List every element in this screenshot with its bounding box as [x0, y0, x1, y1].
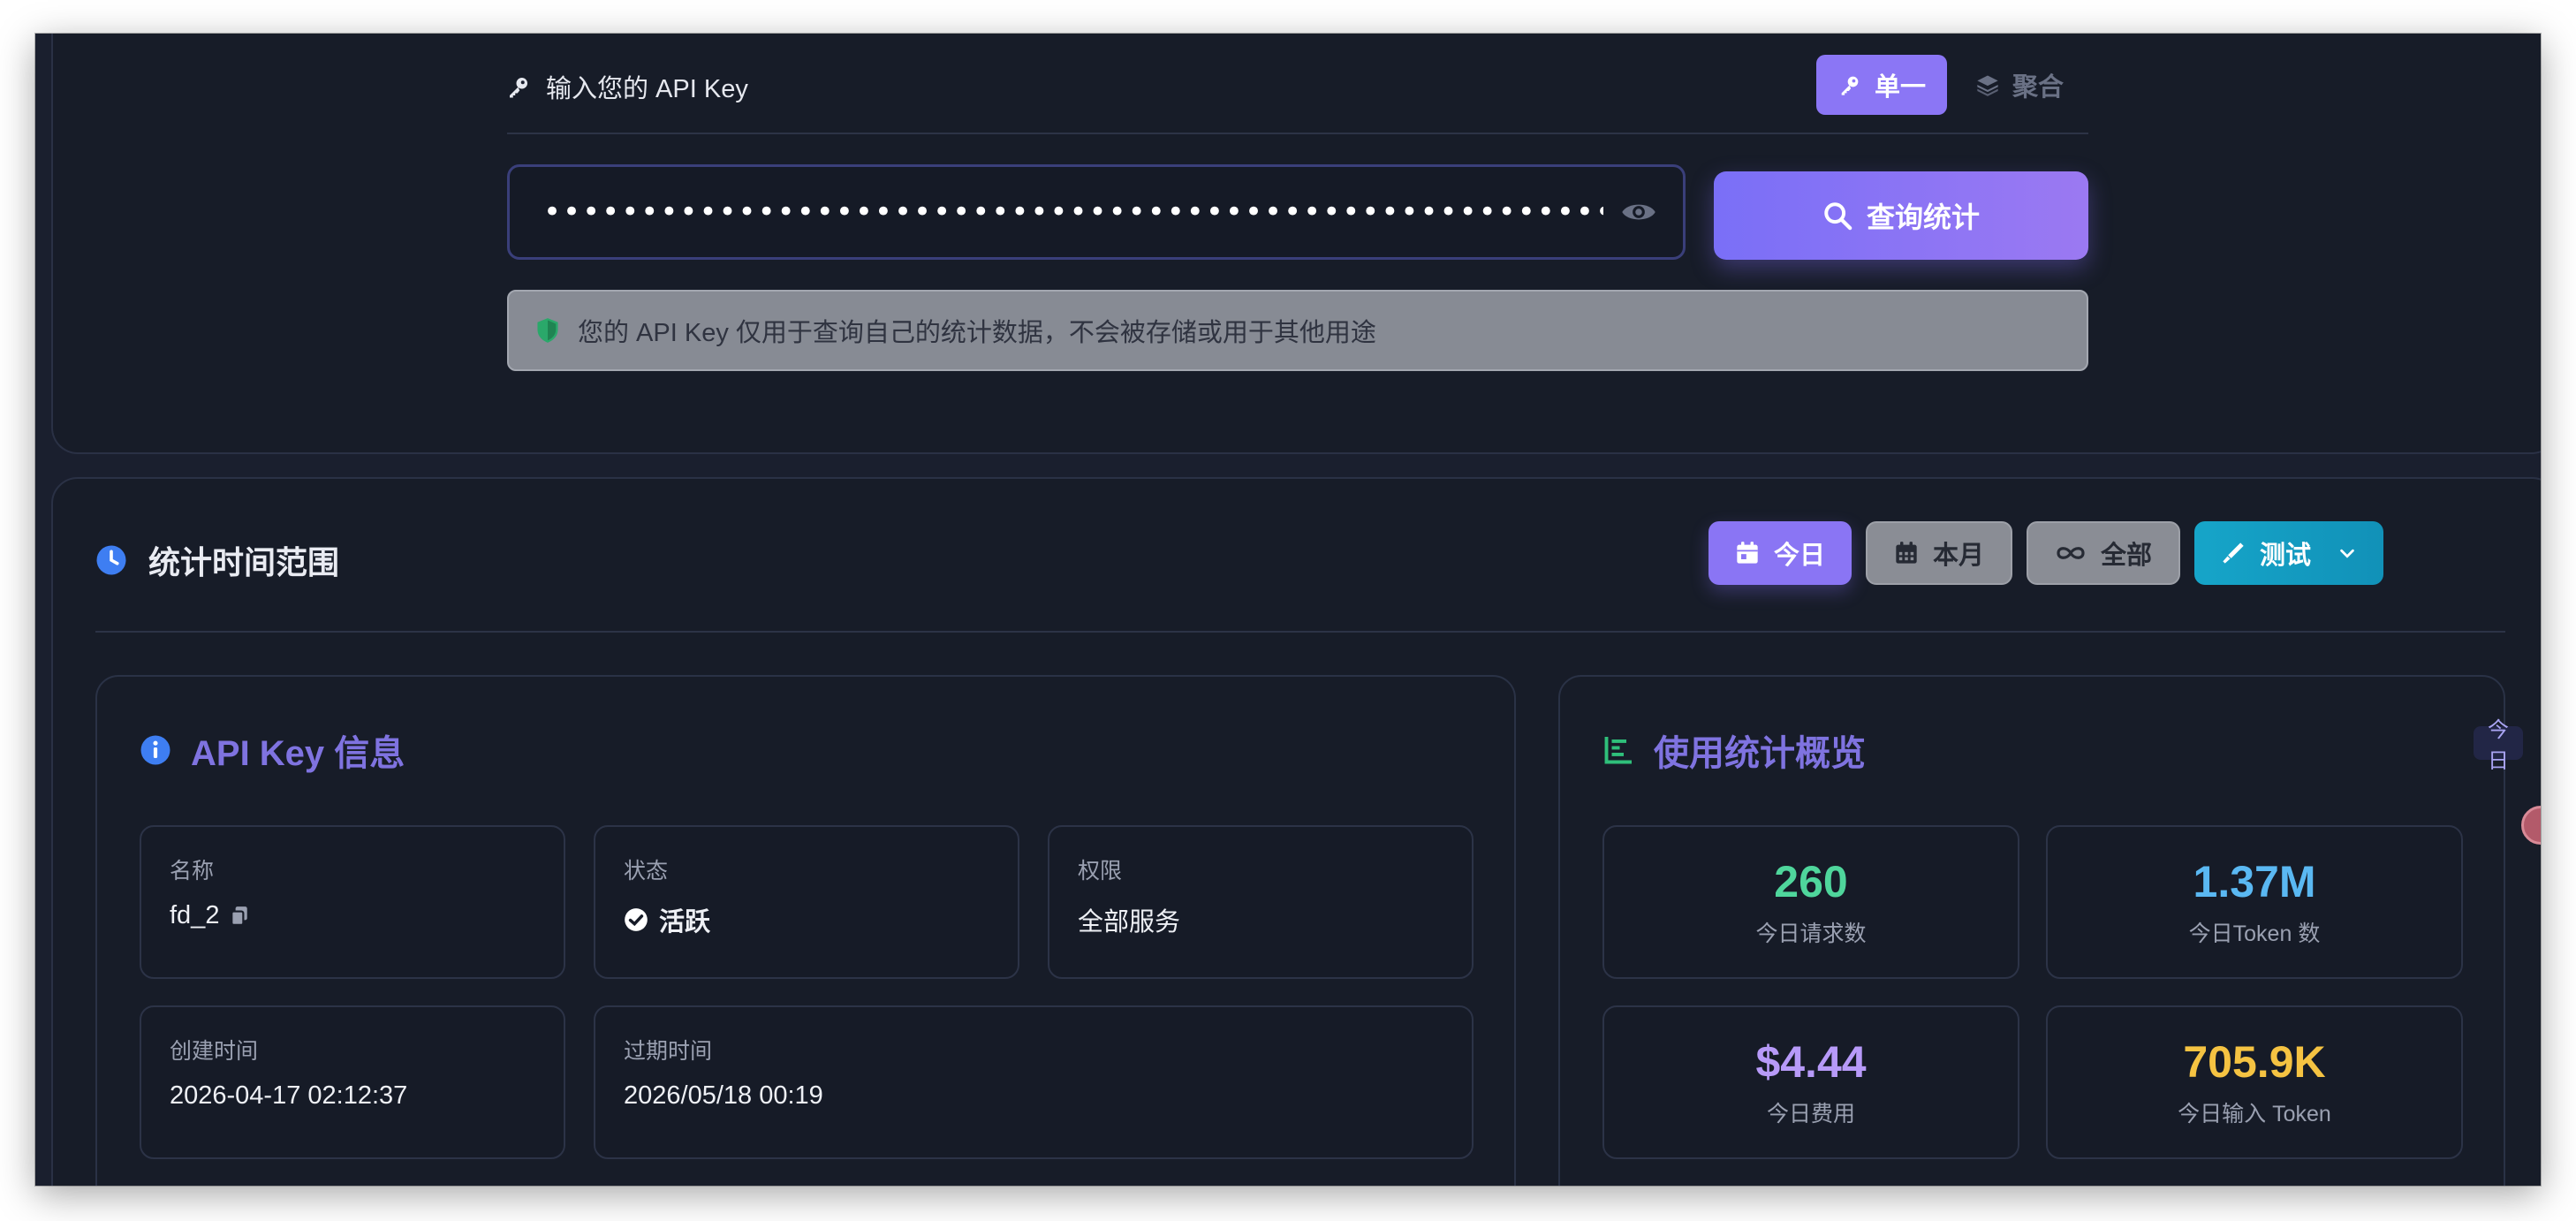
query-stats-button[interactable]: 查询统计: [1714, 171, 2088, 260]
info-status-value: 活跃: [624, 901, 989, 938]
range-all-button[interactable]: 全部: [2027, 521, 2181, 585]
mode-single-label: 单一: [1875, 73, 1927, 102]
range-month-label: 本月: [1933, 542, 1985, 570]
stat-cost-label: 今日费用: [1766, 1102, 1855, 1126]
layers-icon: [1975, 72, 2000, 97]
mode-aggregate-button[interactable]: 聚合: [1954, 55, 2085, 115]
info-expires-box: 过期时间 2026/05/18 00:19: [594, 1005, 1474, 1159]
range-today-button[interactable]: 今日: [1708, 521, 1852, 585]
usage-overview-card: 使用统计概览 今日 260 今日请求数 1.37M 今日Token 数 $4.4…: [1558, 675, 2523, 1186]
api-key-field[interactable]: [507, 164, 1686, 260]
info-name-value: fd_2: [170, 901, 535, 930]
mode-aggregate-label: 聚合: [2012, 73, 2065, 102]
info-permission-value: 全部服务: [1078, 908, 1181, 937]
stat-cost-value: $4.44: [1755, 1037, 1867, 1087]
info-name-text: fd_2: [170, 901, 220, 929]
info-created-value: 2026-04-17 02:12:37: [170, 1081, 408, 1110]
api-key-info-title-text: API Key 信息: [191, 734, 405, 773]
info-created-label: 创建时间: [170, 1039, 259, 1064]
info-status-label: 状态: [624, 859, 669, 884]
api-key-info-title: API Key 信息: [140, 724, 405, 776]
info-name-box: 名称 fd_2: [140, 825, 565, 979]
time-range-title: 统计时间范围: [95, 537, 339, 583]
range-today-label: 今日: [1774, 542, 1826, 570]
mode-single-button[interactable]: 单一: [1816, 55, 1948, 115]
info-expires-value: 2026/05/18 00:19: [624, 1081, 823, 1110]
time-range-buttons: 今日 本月 全部 测试: [1708, 521, 2384, 585]
stat-input-tokens: 705.9K 今日输入 Token: [2046, 1005, 2463, 1159]
info-permission-box: 权限 全部服务: [1048, 825, 1474, 979]
info-permission-label: 权限: [1078, 859, 1123, 884]
privacy-notice: 您的 API Key 仅用于查询自己的统计数据，不会被存储或用于其他用途: [507, 290, 2088, 371]
stat-requests-label: 今日请求数: [1755, 921, 1867, 946]
range-test-label: 测试: [2260, 542, 2312, 570]
info-expires-label: 过期时间: [624, 1039, 713, 1064]
calendar-day-icon: [1735, 541, 1760, 565]
stat-tokens: 1.37M 今日Token 数: [2046, 825, 2463, 979]
search-icon: [1822, 201, 1852, 231]
stat-cost: $4.44 今日费用: [1602, 1005, 2019, 1159]
infinity-icon: [2055, 542, 2087, 564]
copy-icon[interactable]: [230, 906, 249, 927]
privacy-notice-text: 您的 API Key 仅用于查询自己的统计数据，不会被存储或用于其他用途: [578, 319, 1376, 347]
range-all-label: 全部: [2101, 542, 2153, 570]
api-key-input[interactable]: [543, 194, 1603, 230]
app-window: 输入您的 API Key 单一 聚合 查询统计 您的 API Key 仅用于查询…: [35, 34, 2541, 1186]
stat-requests: 260 今日请求数: [1602, 825, 2019, 979]
range-test-dropdown[interactable]: 测试: [2194, 521, 2384, 585]
calendar-icon: [1894, 541, 1919, 565]
chevron-down-icon: [2337, 543, 2357, 563]
key-icon: [1837, 72, 1862, 97]
api-key-label: 输入您的 API Key: [505, 69, 748, 104]
key-header-divider: [507, 133, 2088, 134]
key-mode-switch: 单一 聚合: [1816, 55, 2085, 115]
flask-icon: [2221, 541, 2246, 565]
info-status-box: 状态 活跃: [594, 825, 1019, 979]
stat-input-tokens-value: 705.9K: [2183, 1037, 2326, 1087]
info-icon: [140, 734, 171, 766]
time-range-divider: [95, 631, 2505, 633]
stat-requests-value: 260: [1774, 857, 1848, 906]
usage-overview-title-text: 使用统计概览: [1654, 734, 1866, 773]
check-circle-icon: [624, 907, 648, 932]
eye-icon[interactable]: [1621, 199, 1656, 225]
bar-chart-icon: [1602, 734, 1634, 766]
usage-period-badge: 今日: [2474, 718, 2523, 773]
stat-input-tokens-label: 今日输入 Token: [2178, 1102, 2331, 1126]
api-key-info-card: API Key 信息 名称 fd_2 状态 活跃 权限 全部服务 创建时间 20…: [95, 675, 1516, 1186]
query-stats-label: 查询统计: [1866, 201, 1980, 233]
shield-icon: [535, 317, 560, 344]
key-icon: [505, 73, 532, 100]
api-key-label-text: 输入您的 API Key: [546, 75, 748, 103]
usage-overview-title: 使用统计概览: [1602, 724, 1866, 776]
stat-tokens-value: 1.37M: [2193, 857, 2316, 906]
range-month-button[interactable]: 本月: [1866, 521, 2013, 585]
clock-icon: [95, 544, 127, 576]
time-range-title-text: 统计时间范围: [148, 544, 340, 580]
info-created-box: 创建时间 2026-04-17 02:12:37: [140, 1005, 565, 1159]
info-name-label: 名称: [170, 859, 215, 884]
info-status-text: 活跃: [659, 908, 711, 937]
stat-tokens-label: 今日Token 数: [2188, 921, 2321, 946]
